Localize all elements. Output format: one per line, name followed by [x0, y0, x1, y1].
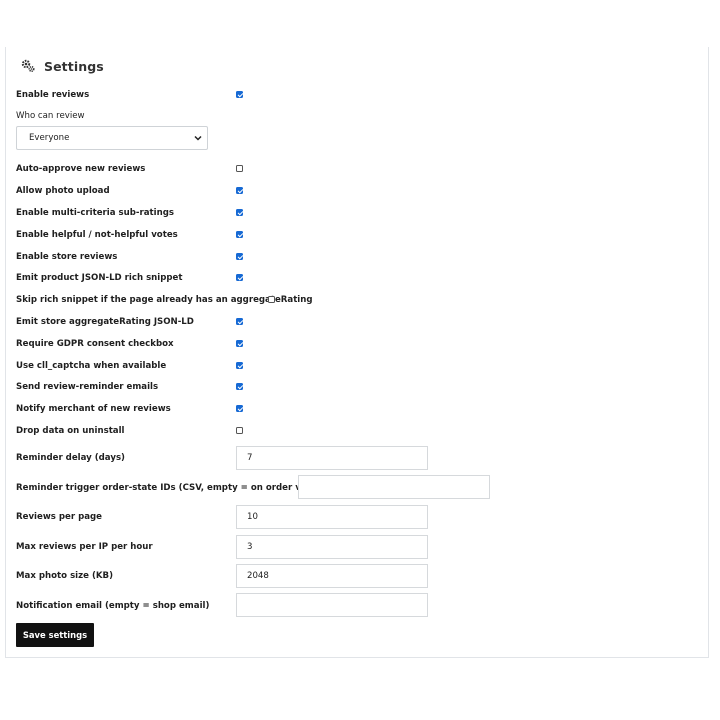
- notify-merchant-checkbox[interactable]: [236, 405, 243, 412]
- gdpr-label: Require GDPR consent checkbox: [16, 339, 174, 349]
- reminder-delay-label: Reminder delay (days): [16, 453, 125, 463]
- multi-criteria-checkbox[interactable]: [236, 209, 243, 216]
- auto-approve-checkbox[interactable]: [236, 165, 243, 172]
- who-can-review-select[interactable]: Everyone: [16, 126, 208, 150]
- store-reviews-label: Enable store reviews: [16, 252, 118, 262]
- chevron-down-icon: [194, 134, 202, 142]
- notification-email-input[interactable]: [236, 593, 428, 617]
- reminder-trigger-input[interactable]: [298, 475, 490, 499]
- store-reviews-checkbox[interactable]: [236, 253, 243, 260]
- store-jsonld-label: Emit store aggregateRating JSON-LD: [16, 317, 194, 327]
- gdpr-checkbox[interactable]: [236, 340, 243, 347]
- captcha-label: Use cll_captcha when available: [16, 361, 167, 371]
- reminder-emails-label: Send review-reminder emails: [16, 382, 159, 392]
- reminder-delay-input[interactable]: 7: [236, 446, 428, 470]
- page-title: Settings: [44, 58, 104, 74]
- reminder-emails-checkbox[interactable]: [236, 383, 243, 390]
- store-jsonld-checkbox[interactable]: [236, 318, 243, 325]
- save-settings-button[interactable]: Save settings: [16, 623, 94, 647]
- helpful-votes-checkbox[interactable]: [236, 231, 243, 238]
- panel-header: Settings: [20, 57, 104, 75]
- drop-data-checkbox[interactable]: [236, 427, 243, 434]
- max-photo-size-input[interactable]: 2048: [236, 564, 428, 588]
- multi-criteria-label: Enable multi-criteria sub-ratings: [16, 208, 174, 218]
- max-reviews-ip-label: Max reviews per IP per hour: [16, 542, 153, 552]
- product-jsonld-checkbox[interactable]: [236, 274, 243, 281]
- gears-icon: [20, 58, 36, 74]
- auto-approve-label: Auto-approve new reviews: [16, 164, 146, 174]
- reviews-per-page-input[interactable]: 10: [236, 505, 428, 529]
- helpful-votes-label: Enable helpful / not-helpful votes: [16, 230, 178, 240]
- notify-merchant-label: Notify merchant of new reviews: [16, 404, 171, 414]
- reviews-per-page-label: Reviews per page: [16, 512, 103, 522]
- drop-data-label: Drop data on uninstall: [16, 426, 125, 436]
- photo-upload-label: Allow photo upload: [16, 186, 110, 196]
- max-photo-size-label: Max photo size (KB): [16, 571, 114, 581]
- captcha-checkbox[interactable]: [236, 362, 243, 369]
- who-can-review-value: Everyone: [29, 133, 70, 143]
- notification-email-label: Notification email (empty = shop email): [16, 601, 210, 611]
- max-reviews-ip-input[interactable]: 3: [236, 535, 428, 559]
- skip-rich-snippet-checkbox[interactable]: [268, 296, 275, 303]
- who-can-review-label: Who can review: [16, 111, 85, 121]
- enable-reviews-checkbox[interactable]: [236, 91, 243, 98]
- enable-reviews-label: Enable reviews: [16, 90, 90, 100]
- product-jsonld-label: Emit product JSON-LD rich snippet: [16, 273, 183, 283]
- photo-upload-checkbox[interactable]: [236, 187, 243, 194]
